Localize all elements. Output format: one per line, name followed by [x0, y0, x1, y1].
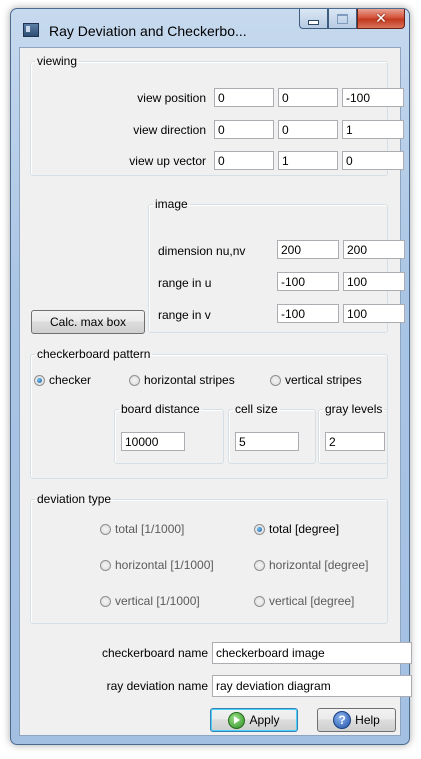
deviation-type-legend: deviation type — [35, 492, 113, 506]
view-position-y-input[interactable] — [278, 88, 338, 107]
calc-max-box-button[interactable]: Calc. max box — [31, 310, 145, 334]
radio-checker-indicator — [34, 375, 45, 386]
view-up-z-input[interactable] — [342, 151, 404, 170]
range-u-label: range in u — [158, 276, 211, 290]
view-direction-z-input[interactable] — [342, 120, 404, 139]
board-distance-input[interactable] — [121, 432, 185, 451]
window-title: Ray Deviation and Checkerbo... — [49, 23, 247, 39]
apply-button[interactable]: Apply — [210, 708, 298, 732]
view-direction-x-input[interactable] — [214, 120, 274, 139]
range-v-min-input[interactable] — [277, 304, 339, 323]
radio-vertical-stripes-indicator — [270, 375, 281, 386]
radio-checker[interactable]: checker — [34, 373, 91, 387]
apply-button-label: Apply — [249, 713, 279, 727]
cell-size-input[interactable] — [235, 432, 299, 451]
dimension-label: dimension nu,nv — [158, 244, 245, 258]
dimension-nu-input[interactable] — [277, 240, 339, 259]
radio-horizontal-stripes[interactable]: horizontal stripes — [129, 373, 235, 387]
radio-vertical-degree-label: vertical [degree] — [269, 594, 354, 608]
radio-vertical-degree[interactable]: vertical [degree] — [254, 594, 354, 608]
help-icon: ? — [333, 711, 351, 729]
radio-horizontal-degree-label: horizontal [degree] — [269, 558, 368, 572]
radio-vertical-1000-indicator — [100, 596, 111, 607]
radio-vertical-degree-indicator — [254, 596, 265, 607]
range-v-label: range in v — [158, 308, 211, 322]
radio-horizontal-degree-indicator — [254, 560, 265, 571]
radio-vertical-stripes[interactable]: vertical stripes — [270, 373, 362, 387]
ray-deviation-name-input[interactable] — [212, 675, 412, 697]
gray-levels-input[interactable] — [325, 432, 385, 451]
maximize-button[interactable] — [328, 9, 357, 29]
title-bar[interactable]: Ray Deviation and Checkerbo... ✕ — [11, 9, 409, 47]
view-up-x-input[interactable] — [214, 151, 274, 170]
checkerboard-legend: checkerboard pattern — [35, 347, 152, 361]
checkerboard-name-input[interactable] — [212, 642, 412, 664]
app-icon — [23, 23, 39, 37]
radio-vertical-stripes-label: vertical stripes — [285, 373, 362, 387]
dialog-window: Ray Deviation and Checkerbo... ✕ viewing… — [10, 8, 410, 745]
radio-total-1000-label: total [1/1000] — [115, 522, 184, 536]
minimize-button[interactable] — [299, 9, 328, 29]
radio-total-degree-label: total [degree] — [269, 522, 339, 536]
view-position-x-input[interactable] — [214, 88, 274, 107]
view-position-label: view position — [137, 91, 206, 105]
dimension-nv-input[interactable] — [343, 240, 405, 259]
radio-total-degree-indicator — [254, 524, 265, 535]
range-u-max-input[interactable] — [343, 272, 405, 291]
view-direction-y-input[interactable] — [278, 120, 338, 139]
radio-total-1000[interactable]: total [1/1000] — [100, 522, 184, 536]
radio-horizontal-1000-label: horizontal [1/1000] — [115, 558, 214, 572]
range-v-max-input[interactable] — [343, 304, 405, 323]
view-up-vector-label: view up vector — [129, 154, 206, 168]
maximize-icon — [337, 14, 348, 24]
view-position-z-input[interactable] — [342, 88, 404, 107]
gray-levels-legend: gray levels — [323, 402, 384, 416]
radio-horizontal-1000[interactable]: horizontal [1/1000] — [100, 558, 214, 572]
cell-size-legend: cell size — [233, 402, 280, 416]
play-icon — [228, 712, 245, 729]
close-icon: ✕ — [375, 11, 387, 27]
view-direction-label: view direction — [133, 123, 206, 137]
radio-vertical-1000[interactable]: vertical [1/1000] — [100, 594, 200, 608]
radio-horizontal-stripes-indicator — [129, 375, 140, 386]
help-button[interactable]: ? Help — [317, 708, 396, 732]
radio-horizontal-1000-indicator — [100, 560, 111, 571]
dialog-client-area: viewing view position view direction vie… — [19, 47, 401, 736]
range-u-min-input[interactable] — [277, 272, 339, 291]
close-button[interactable]: ✕ — [357, 9, 405, 29]
caption-buttons: ✕ — [299, 9, 405, 31]
minimize-icon — [308, 20, 319, 25]
radio-checker-label: checker — [49, 373, 91, 387]
radio-total-1000-indicator — [100, 524, 111, 535]
radio-horizontal-stripes-label: horizontal stripes — [144, 373, 235, 387]
view-up-y-input[interactable] — [278, 151, 338, 170]
ray-deviation-name-label: ray deviation name — [107, 679, 208, 693]
board-distance-legend: board distance — [119, 402, 202, 416]
viewing-legend: viewing — [35, 54, 79, 68]
radio-vertical-1000-label: vertical [1/1000] — [115, 594, 200, 608]
help-button-label: Help — [355, 713, 380, 727]
image-legend: image — [153, 197, 190, 211]
radio-total-degree[interactable]: total [degree] — [254, 522, 339, 536]
radio-horizontal-degree[interactable]: horizontal [degree] — [254, 558, 368, 572]
checkerboard-name-label: checkerboard name — [102, 646, 208, 660]
